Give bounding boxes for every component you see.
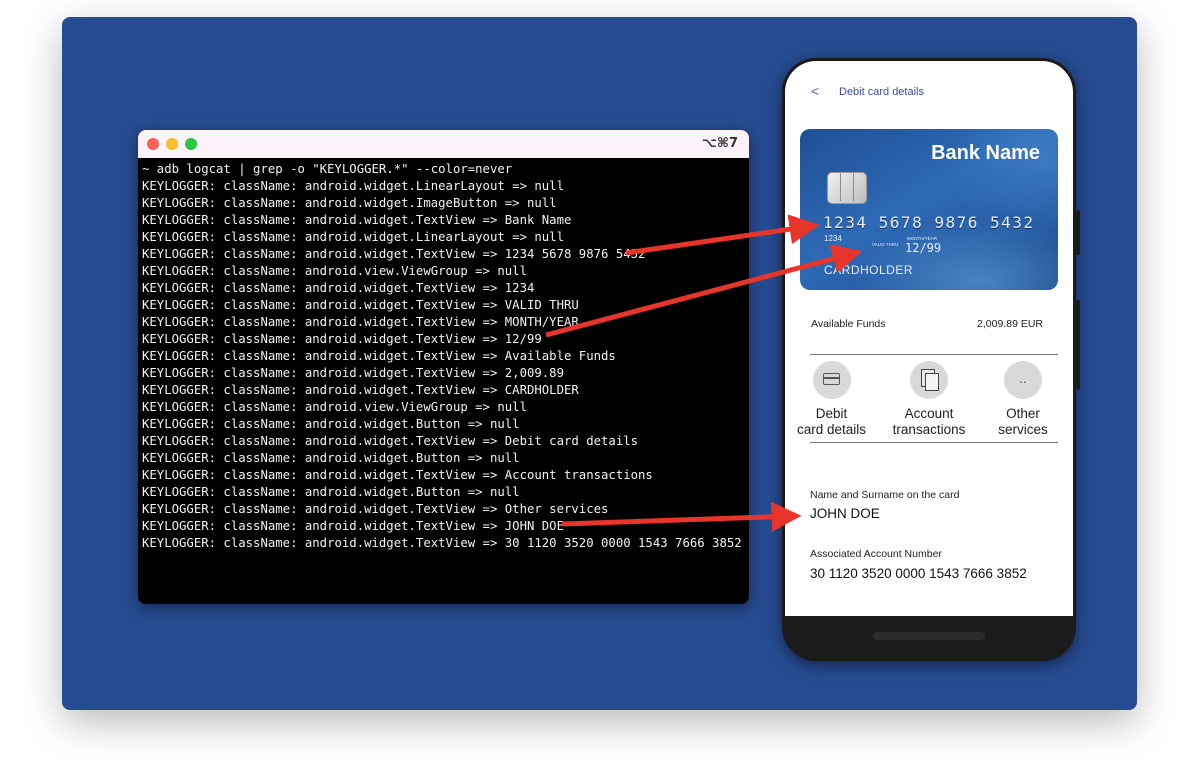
terminal-line: KEYLOGGER: className: android.widget.Lin…: [142, 230, 564, 244]
terminal-line: KEYLOGGER: className: android.widget.Tex…: [142, 383, 579, 397]
cardholder-name-value: JOHN DOE: [810, 506, 880, 521]
terminal-line: KEYLOGGER: className: android.widget.Ima…: [142, 196, 557, 210]
terminal-line: KEYLOGGER: className: android.view.ViewG…: [142, 264, 527, 278]
terminal-line: ~ adb logcat | grep -o "KEYLOGGER.*" --c…: [142, 162, 513, 176]
back-button[interactable]: <: [811, 83, 819, 99]
more-icon: ..: [1019, 371, 1027, 386]
terminal-line: KEYLOGGER: className: android.widget.Tex…: [142, 502, 609, 516]
maximize-window-button[interactable]: [185, 138, 197, 150]
terminal-shortcut-label: ⌥⌘7: [701, 136, 738, 151]
terminal-line: KEYLOGGER: className: android.widget.Tex…: [142, 519, 564, 533]
home-indicator[interactable]: [873, 632, 985, 640]
terminal-titlebar[interactable]: ⌥⌘7: [138, 130, 749, 158]
terminal-line: KEYLOGGER: className: android.widget.But…: [142, 451, 520, 465]
action-label-line1: Account: [904, 406, 954, 421]
action-icon-circle: ..: [1004, 361, 1042, 399]
action-icon-circle: [910, 361, 948, 399]
card-small-number: 1234: [824, 234, 842, 243]
card-bank-name: Bank Name: [931, 142, 1040, 164]
phone-volume-button: [1076, 210, 1080, 255]
action-label-line2: transactions: [892, 422, 966, 437]
card-chip-icon: [827, 172, 867, 204]
account-number-label: Associated Account Number: [810, 548, 942, 560]
terminal-line: KEYLOGGER: className: android.widget.Tex…: [142, 247, 646, 261]
terminal-line: KEYLOGGER: className: android.widget.Tex…: [142, 332, 542, 346]
terminal-line: KEYLOGGER: className: android.widget.Tex…: [142, 281, 535, 295]
action-label-line2: card details: [796, 422, 867, 437]
action-label-line2: services: [998, 422, 1048, 437]
terminal-line: KEYLOGGER: className: android.widget.But…: [142, 485, 520, 499]
documents-icon: [921, 369, 939, 391]
card-expiry: 12/99: [905, 241, 942, 255]
other-services-button[interactable]: .. Other services: [988, 361, 1058, 438]
close-window-button[interactable]: [147, 138, 159, 150]
action-icon-circle: [812, 361, 851, 399]
screen-title: Debit card details: [839, 86, 924, 98]
phone-nav-bar: [782, 616, 1076, 661]
phone-power-button: [1076, 300, 1080, 390]
account-number-value: 30 1120 3520 0000 1543 7666 3852: [810, 566, 1027, 581]
terminal-line: KEYLOGGER: className: android.widget.Tex…: [142, 298, 579, 312]
terminal-line: KEYLOGGER: className: android.widget.Tex…: [142, 315, 579, 329]
card-number: 1234 5678 9876 5432: [823, 213, 1035, 232]
card-valid-thru-label: VALID THRU: [872, 242, 899, 247]
terminal-line: KEYLOGGER: className: android.widget.Tex…: [142, 434, 639, 448]
action-label-line1: Other: [1006, 406, 1040, 421]
terminal-line: KEYLOGGER: className: android.view.ViewG…: [142, 400, 527, 414]
terminal-line: KEYLOGGER: className: android.widget.Tex…: [142, 213, 572, 227]
terminal-line: KEYLOGGER: className: android.widget.Tex…: [142, 349, 616, 363]
divider: [810, 354, 1058, 355]
available-funds-value: 2,009.89 EUR: [977, 318, 1043, 330]
debit-card-image: Bank Name 1234 5678 9876 5432 1234 VALID…: [800, 129, 1058, 290]
terminal-line: KEYLOGGER: className: android.widget.Tex…: [142, 468, 653, 482]
phone-screen: < Debit card details Bank Name 1234 5678…: [785, 61, 1073, 616]
cardholder-name-label: Name and Surname on the card: [810, 489, 960, 501]
action-label-line1: Debit: [815, 406, 848, 421]
terminal-line: KEYLOGGER: className: android.widget.Tex…: [142, 366, 564, 380]
credit-card-icon: [822, 373, 840, 385]
available-funds-label: Available Funds: [811, 318, 886, 330]
terminal-line: KEYLOGGER: className: android.widget.But…: [142, 417, 520, 431]
terminal-window[interactable]: ⌥⌘7 ~ adb logcat | grep -o "KEYLOGGER.*"…: [138, 130, 749, 604]
account-transactions-button[interactable]: Account transactions: [884, 361, 974, 438]
divider: [810, 442, 1058, 443]
card-holder: CARDHOLDER: [824, 263, 914, 277]
terminal-output[interactable]: ~ adb logcat | grep -o "KEYLOGGER.*" --c…: [138, 158, 749, 552]
terminal-line: KEYLOGGER: className: android.widget.Tex…: [142, 536, 742, 550]
debit-card-details-button[interactable]: Debit card details: [794, 361, 869, 438]
minimize-window-button[interactable]: [166, 138, 178, 150]
terminal-line: KEYLOGGER: className: android.widget.Lin…: [142, 179, 564, 193]
phone-device: < Debit card details Bank Name 1234 5678…: [782, 58, 1076, 661]
